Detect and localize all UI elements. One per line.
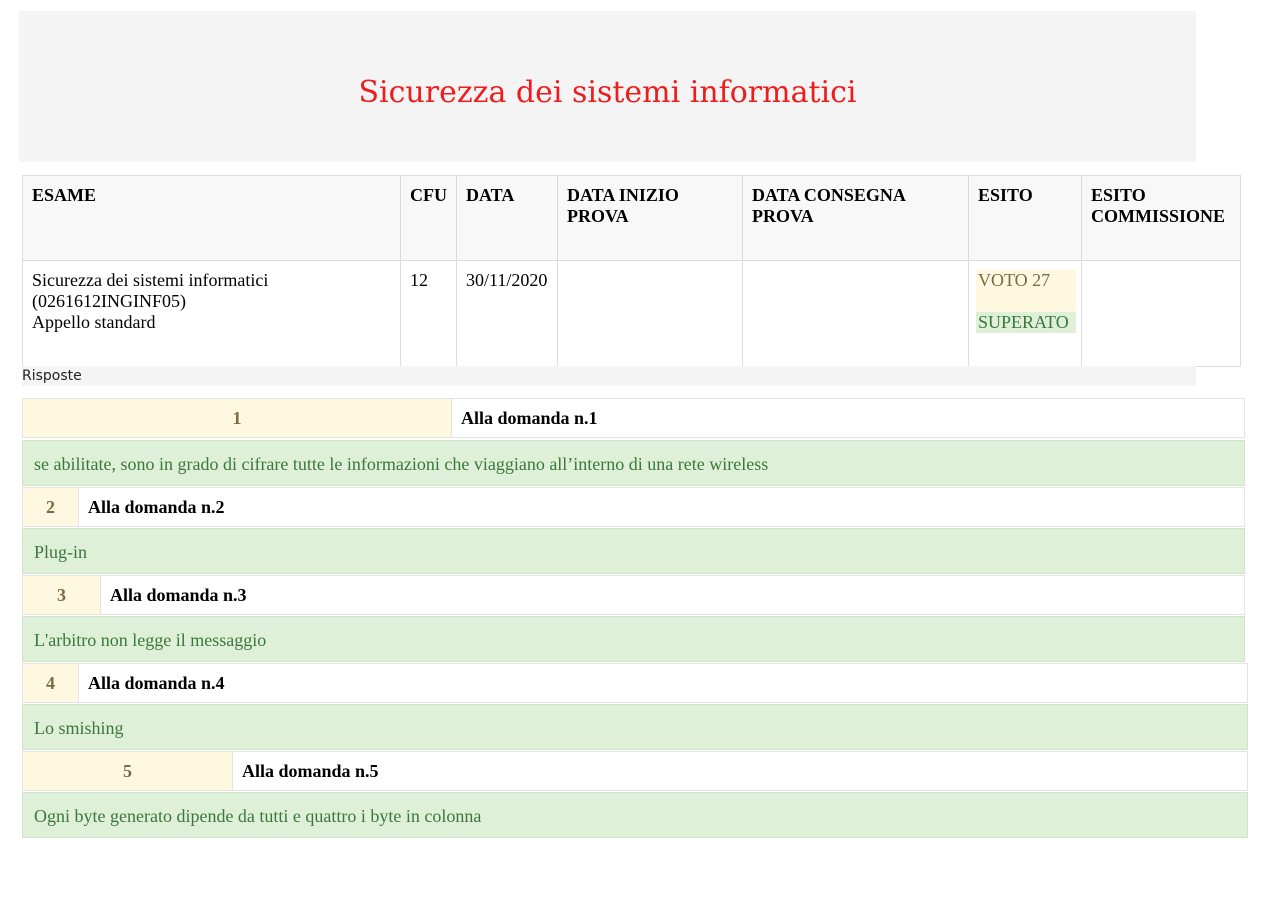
question-row-4: 4 Alla domanda n.4 — [22, 663, 1248, 703]
header-data-consegna: DATA CONSEGNA PROVA — [742, 175, 969, 261]
exam-table: ESAME CFU DATA DATA INIZIO PROVA DATA CO… — [22, 175, 1241, 367]
cell-data-consegna — [742, 260, 969, 367]
question-row-1: 1 Alla domanda n.1 — [22, 398, 1245, 438]
question-label: Alla domanda n.4 — [88, 672, 225, 693]
answer-row-2: Plug-in — [22, 528, 1245, 574]
exam-code: (0261612INGINF05) — [32, 291, 186, 311]
header-data-inizio: DATA INIZIO PROVA — [557, 175, 743, 261]
status-badge: SUPERATO — [976, 312, 1076, 333]
answer-row-3: L'arbitro non legge il messaggio — [22, 616, 1245, 662]
question-row-2: 2 Alla domanda n.2 — [22, 487, 1245, 527]
question-number: 1 — [23, 399, 452, 437]
exam-name: Sicurezza dei sistemi informatici — [32, 270, 269, 290]
cell-data: 30/11/2020 — [456, 260, 558, 367]
question-label: Alla domanda n.1 — [461, 407, 598, 428]
table-header-row: ESAME CFU DATA DATA INIZIO PROVA DATA CO… — [22, 175, 1241, 261]
header-data: DATA — [456, 175, 558, 261]
cell-esame: Sicurezza dei sistemi informatici (02616… — [22, 260, 401, 367]
cell-cfu: 12 — [400, 260, 457, 367]
header-esame: ESAME — [22, 175, 401, 261]
header-esito-commissione: ESITO COMMISSIONE — [1081, 175, 1241, 261]
cell-data-inizio — [557, 260, 743, 367]
question-label: Alla domanda n.2 — [88, 496, 225, 517]
exam-type: Appello standard — [32, 312, 156, 332]
question-label: Alla domanda n.5 — [242, 760, 379, 781]
question-number: 5 — [23, 752, 233, 790]
grade-badge: VOTO 27 — [976, 270, 1076, 312]
table-row: Sicurezza dei sistemi informatici (02616… — [22, 260, 1241, 367]
header-esito: ESITO — [968, 175, 1082, 261]
answer-row-4: Lo smishing — [22, 704, 1248, 750]
question-number: 4 — [23, 664, 79, 702]
section-label-risposte: Risposte — [22, 366, 1196, 386]
cell-esito: VOTO 27 SUPERATO — [968, 260, 1082, 367]
question-row-5: 5 Alla domanda n.5 — [22, 751, 1248, 791]
question-number: 3 — [23, 576, 101, 614]
question-number: 2 — [23, 488, 79, 526]
question-row-3: 3 Alla domanda n.3 — [22, 575, 1245, 615]
page-title: Sicurezza dei sistemi informatici — [358, 75, 857, 110]
question-label: Alla domanda n.3 — [110, 584, 247, 605]
cell-esito-commissione — [1081, 260, 1241, 367]
header-banner: Sicurezza dei sistemi informatici — [19, 11, 1196, 162]
answer-row-1: se abilitate, sono in grado di cifrare t… — [22, 440, 1245, 486]
answer-row-5: Ogni byte generato dipende da tutti e qu… — [22, 792, 1248, 838]
header-cfu: CFU — [400, 175, 457, 261]
